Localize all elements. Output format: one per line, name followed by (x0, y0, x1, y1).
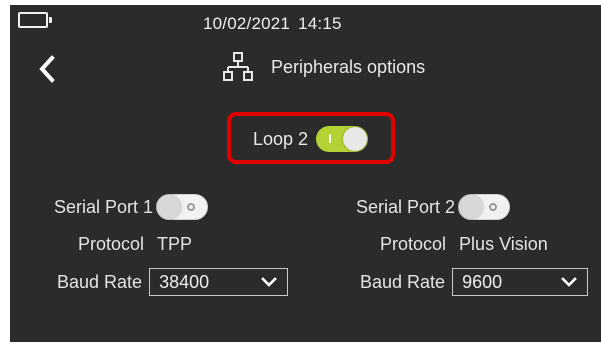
serial-port-2-baud-row: Baud Rate 9600 (360, 268, 589, 296)
serial-port-2-toggle[interactable] (458, 194, 511, 220)
serial-port-1-toggle[interactable] (156, 194, 209, 220)
chevron-left-icon[interactable] (35, 53, 59, 85)
status-datetime: 10/02/2021 14:15 (203, 14, 342, 34)
serial-port-2-protocol-value: Plus Vision (459, 234, 548, 254)
loop-label: Loop 2 (253, 128, 309, 149)
serial-port-1-label: Serial Port 1 (54, 196, 154, 217)
baud-rate-label: Baud Rate (360, 271, 446, 292)
toggle-knob (343, 127, 368, 151)
chevron-down-icon (561, 277, 577, 287)
serial-port-2-baud-select[interactable]: 9600 (452, 268, 589, 296)
network-icon (223, 52, 253, 81)
page-header: Peripherals options (223, 52, 425, 82)
protocol-label: Protocol (78, 234, 145, 254)
toggle-knob (459, 195, 484, 219)
loop-row: Loop 2 (253, 126, 369, 152)
page-title: Peripherals options (271, 56, 426, 77)
baud-rate-label: Baud Rate (57, 271, 143, 292)
serial-port-1-baud-select[interactable]: 38400 (149, 268, 289, 296)
serial-port-1-row: Serial Port 1 (54, 194, 209, 220)
status-time: 14:15 (298, 14, 342, 33)
chevron-down-icon (261, 277, 277, 287)
serial-port-1-baud-row: Baud Rate 38400 (57, 268, 289, 296)
toggle-off-mark (489, 203, 498, 211)
device-screen: 10/02/2021 14:15 Peripherals options Loop… (10, 5, 601, 342)
serial-port-1-protocol-row: Protocol TPP (78, 234, 192, 255)
status-date: 10/02/2021 (203, 14, 291, 33)
toggle-knob (157, 195, 182, 219)
serial-port-2-row: Serial Port 2 (356, 194, 511, 220)
serial-port-2-protocol-row: Protocol Plus Vision (380, 234, 548, 255)
protocol-label: Protocol (380, 234, 447, 254)
serial-port-1-baud-value: 38400 (159, 271, 210, 292)
battery-icon (18, 12, 52, 28)
toggle-off-mark (187, 203, 196, 211)
serial-port-2-label: Serial Port 2 (356, 196, 456, 217)
loop-toggle[interactable] (316, 126, 369, 152)
serial-port-1-protocol-value: TPP (157, 234, 193, 254)
serial-port-2-baud-value: 9600 (462, 271, 503, 292)
toggle-on-mark (329, 134, 332, 143)
